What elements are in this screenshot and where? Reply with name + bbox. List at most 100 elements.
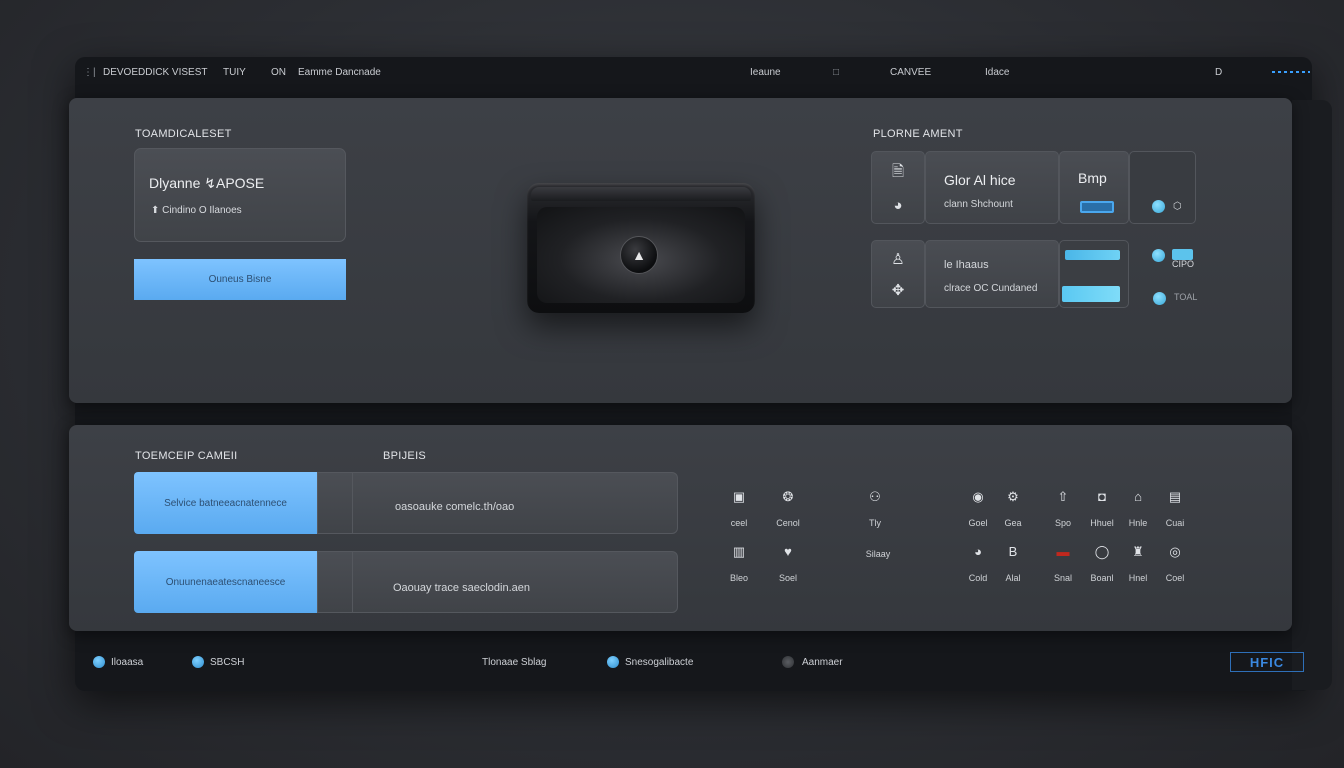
profile-row2-title: le Ihaaus xyxy=(944,259,989,271)
status-dot-2[interactable] xyxy=(1152,249,1165,262)
level-bar-1 xyxy=(1065,250,1120,260)
pawn-icon: ♙ xyxy=(891,251,905,268)
target-card-title: Dlyanne ↯APOSE xyxy=(149,175,265,191)
profile-row2-info[interactable]: le Ihaaus clrace OC Cundaned xyxy=(925,240,1059,308)
profile-row2-icon-tile[interactable]: ♙ ✥ xyxy=(871,240,925,308)
battery-icon xyxy=(1080,201,1114,213)
status-dot-3[interactable] xyxy=(1153,292,1166,305)
lower-row2-divider xyxy=(317,551,353,613)
footer-dot-2-icon xyxy=(192,656,204,668)
primary-action-button[interactable]: Ouneus Bisne xyxy=(134,259,346,300)
brain-icon[interactable]: ❂ xyxy=(776,489,800,505)
brand-logo: HFIC xyxy=(1230,652,1304,672)
flag-icon[interactable]: ▬ xyxy=(1051,544,1075,559)
status-dot-1[interactable] xyxy=(1152,200,1165,213)
box-alt-icon[interactable]: ▤ xyxy=(1163,489,1187,505)
icon-label: Cenol xyxy=(776,518,800,528)
profile-row1-sub: clann Shchount xyxy=(944,199,1013,210)
icon-label: Hnle xyxy=(1128,518,1148,528)
footer-item-3[interactable]: Tlonaae Sblag xyxy=(482,657,547,668)
lower-row1-button[interactable]: Selvice batneeacnatennece xyxy=(134,472,317,534)
footer-item-4[interactable]: Snesogalibacte xyxy=(625,657,693,668)
icon-label: Tly xyxy=(869,518,881,528)
chart-icon[interactable]: ▥ xyxy=(727,544,751,560)
menu-icon[interactable]: ⋮| xyxy=(83,67,96,78)
icon-label: Hhuel xyxy=(1090,518,1114,528)
footer-item-1[interactable]: Iloaasa xyxy=(111,657,143,668)
icon-label: ceel xyxy=(730,518,748,528)
heart-icon[interactable]: ♥ xyxy=(776,544,800,559)
profile-title: PLORNE AMENT xyxy=(873,128,963,140)
lower-row2-button[interactable]: Onuunenaeatescnaneesce xyxy=(134,551,317,613)
topbar-right-5[interactable]: D xyxy=(1215,67,1222,78)
level-bar-2 xyxy=(1062,286,1120,302)
camera-alt-icon[interactable]: ◎ xyxy=(1163,544,1187,560)
icon-label: Boanl xyxy=(1090,573,1114,583)
profile-row1-title: Glor Al hice xyxy=(944,172,1016,188)
topbar-item-app[interactable]: DEVOEDDICK VISEST xyxy=(103,67,207,78)
arrow-up-icon[interactable]: ⇧ xyxy=(1051,489,1075,505)
donut-icon[interactable]: ◯ xyxy=(1090,544,1114,560)
topbar-right-1[interactable]: Ieaune xyxy=(750,67,781,78)
footer-item-5[interactable]: Aanmaer xyxy=(802,657,843,668)
footer-dot-1-icon xyxy=(93,656,105,668)
icon-label: Silaay xyxy=(865,549,891,559)
icon-label: Cold xyxy=(968,573,988,583)
pie-icon: ◕ xyxy=(893,197,903,214)
footer-dot-4-icon xyxy=(782,656,794,668)
bag-icon[interactable]: ◕ xyxy=(966,544,990,559)
profile-row1-badge[interactable]: Bmp xyxy=(1059,151,1129,224)
lower-panel-title: TOEMCEIP CAMEII xyxy=(135,450,238,462)
footer-dot-3-icon xyxy=(607,656,619,668)
icon-label: Bleo xyxy=(729,573,748,583)
icon-label: Gea xyxy=(1004,518,1022,528)
trash-icon[interactable]: ♜ xyxy=(1126,544,1150,560)
target-card-sub: ⬆ Cindino O Ilanoes xyxy=(151,205,242,216)
icon-label: Alal xyxy=(1005,573,1021,583)
lower-row1-text: oasoauke comelc.th/oao xyxy=(395,501,515,513)
document-icon: 🗎 xyxy=(891,163,905,180)
topbar-right-4[interactable]: Idace xyxy=(985,67,1009,78)
icon-label: Coel xyxy=(1165,573,1185,583)
device-knob-icon[interactable]: ▲ xyxy=(620,236,658,274)
topbar-item-3[interactable]: ON xyxy=(271,67,286,78)
gear-icon[interactable]: ⚙ xyxy=(1001,489,1025,505)
icon-label: Goel xyxy=(968,518,988,528)
box-icon[interactable]: ▣ xyxy=(727,489,751,505)
icon-label: Snal xyxy=(1053,573,1072,583)
move-icon: ✥ xyxy=(891,282,905,299)
profile-row2-side-label1: CIPO xyxy=(1172,259,1195,269)
side-edge xyxy=(1292,100,1332,690)
signal-indicator xyxy=(1272,71,1310,73)
topbar-item-4[interactable]: Eamme Dancnade xyxy=(298,67,381,78)
profile-row1-icon-tile[interactable]: 🗎 ◕ xyxy=(871,151,925,224)
icon-label: Spo xyxy=(1054,518,1071,528)
icon-label: Soel xyxy=(778,573,797,583)
camera-icon[interactable]: ◘ xyxy=(1090,489,1114,504)
topbar-right-3[interactable]: CANVEE xyxy=(890,67,931,78)
lower-col2-title: BPIJEIS xyxy=(383,450,427,462)
profile-row1-badge-title: Bmp xyxy=(1078,170,1107,186)
target-card[interactable]: Dlyanne ↯APOSE ⬆ Cindino O Ilanoes xyxy=(134,148,346,242)
profile-row1-side xyxy=(1129,151,1196,224)
target-panel-title: TOAMDICALESET xyxy=(135,128,232,140)
home-icon[interactable]: ⌂ xyxy=(1126,489,1150,504)
footer-item-2[interactable]: SBCSH xyxy=(210,657,244,668)
square-icon[interactable]: □ xyxy=(833,67,839,78)
lower-row2-field[interactable]: Oaouay trace saeclodin.aen xyxy=(352,551,678,613)
device-lid xyxy=(531,187,751,201)
profile-row1-side-label: ⬡ xyxy=(1173,201,1182,212)
top-bar: ⋮| DEVOEDDICK VISEST TUIY ON Eamme Dancn… xyxy=(75,57,1312,89)
profile-row2-side-label2: TOAL xyxy=(1174,292,1198,302)
icon-label: Hnel xyxy=(1128,573,1148,583)
device-image: ▲ xyxy=(527,183,755,313)
icon-label: Cuai xyxy=(1165,518,1185,528)
profile-row1-info[interactable]: Glor Al hice clann Shchount xyxy=(925,151,1059,224)
brain-alt-icon[interactable]: ⚇ xyxy=(863,489,887,505)
topbar-item-2[interactable]: TUIY xyxy=(223,67,246,78)
b-icon[interactable]: B xyxy=(1001,544,1025,559)
ring-icon[interactable]: ◉ xyxy=(966,489,990,505)
lower-row1-divider xyxy=(317,472,353,534)
profile-row2-bars xyxy=(1059,240,1129,308)
lower-row1-field[interactable]: oasoauke comelc.th/oao xyxy=(352,472,678,534)
